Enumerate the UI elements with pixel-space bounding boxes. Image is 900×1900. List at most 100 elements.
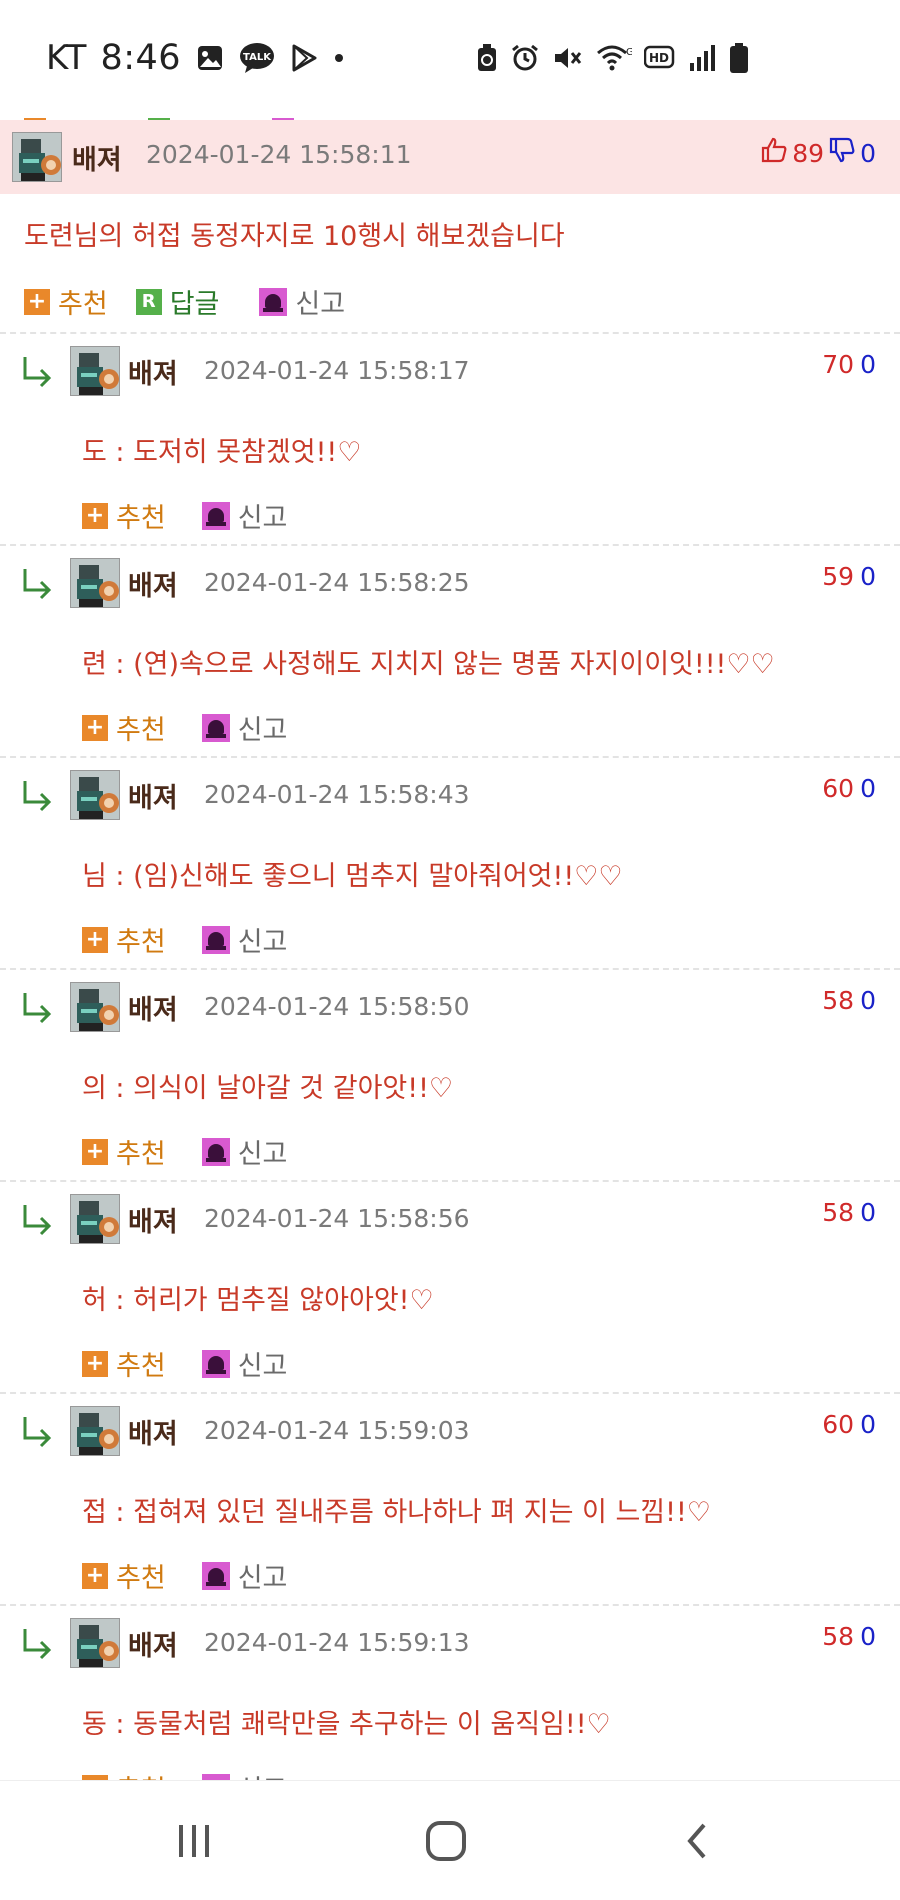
avatar[interactable]: [70, 770, 120, 820]
report-button[interactable]: 신고: [201, 1132, 287, 1171]
comment-date: 2024-01-24 15:58:56: [204, 1204, 470, 1233]
plus-icon: +: [82, 502, 108, 529]
avatar[interactable]: [12, 132, 62, 182]
report-button[interactable]: 신고: [201, 496, 288, 535]
recommend-button[interactable]: +추천: [82, 1556, 166, 1595]
dislike-count[interactable]: 0: [860, 986, 876, 1015]
home-icon[interactable]: [416, 1811, 476, 1871]
reply-comment: 배져 2024-01-24 15:58:50 58 0 의 : 의식이 날아갈 것 같아…: [0, 968, 900, 1180]
like-count[interactable]: 60: [822, 1410, 854, 1439]
dislike-count[interactable]: 0: [860, 1198, 876, 1227]
navigation-bar: [0, 1780, 900, 1900]
dislike-count[interactable]: 0: [860, 350, 876, 379]
author-name[interactable]: 배져: [128, 1624, 178, 1663]
dislike-count: 0: [860, 138, 876, 168]
battery-icon: [728, 42, 750, 78]
mute-icon: [552, 43, 584, 77]
comment-text: 도련님의 허접 동정자지로 10행시 해보겠습니다: [24, 221, 565, 252]
talk-icon: TALK: [239, 42, 275, 74]
recommend-button[interactable]: + 추천: [24, 282, 108, 321]
dislike-count[interactable]: 0: [860, 774, 876, 803]
comment-text: 의 : 의식이 날아갈 것 같아앗!!♡: [82, 1073, 454, 1104]
clock: 8:46: [100, 38, 182, 78]
author-name[interactable]: 배져: [72, 138, 122, 177]
reply-arrow-icon: [20, 990, 54, 1024]
author-name[interactable]: 배져: [128, 1200, 178, 1239]
avatar[interactable]: [70, 982, 120, 1032]
report-label: 신고: [237, 503, 288, 534]
like-count[interactable]: 59: [822, 562, 854, 591]
recommend-label: 추천: [58, 289, 108, 320]
signal-icon: [688, 43, 716, 77]
avatar[interactable]: [70, 346, 120, 396]
reply-arrow-icon: [20, 778, 54, 812]
back-icon[interactable]: [668, 1811, 728, 1871]
recommend-button[interactable]: + 추천: [82, 708, 166, 747]
report-label: 신고: [237, 1563, 288, 1594]
dislike-count[interactable]: 0: [860, 1622, 876, 1651]
author-name[interactable]: 배져: [128, 988, 178, 1027]
author-name[interactable]: 배져: [128, 776, 178, 815]
comment-date: 2024-01-24 15:59:13: [204, 1628, 470, 1657]
comment-date: 2024-01-24 15:58:17: [204, 356, 470, 385]
recommend-label: 추천: [116, 715, 166, 746]
reply-icon: R: [135, 288, 162, 315]
recommend-button[interactable]: +추천: [82, 1768, 166, 1780]
avatar[interactable]: [70, 558, 120, 608]
reply-comment: 배져 2024-01-24 15:58:17 70 0 도 : 도저히 못참겠엇!!♡ +…: [0, 332, 900, 544]
recent-apps-icon[interactable]: [164, 1811, 224, 1871]
report-label: 신고: [237, 715, 288, 746]
dislike-count[interactable]: 0: [860, 1410, 876, 1439]
siren-icon: [201, 713, 230, 742]
reply-arrow-icon: [20, 1202, 54, 1236]
report-button[interactable]: 신고: [201, 920, 287, 959]
dot-icon: [333, 52, 345, 64]
like-count[interactable]: 58: [822, 1198, 854, 1227]
comment-text: 동 : 동물처럼 쾌락만을 추구하는 이 움직임!!♡: [82, 1709, 611, 1740]
report-button[interactable]: 신고: [201, 1344, 287, 1383]
like-count[interactable]: 58: [822, 1622, 854, 1651]
avatar[interactable]: [70, 1194, 120, 1244]
recommend-label: 추천: [116, 1139, 166, 1170]
recommend-button[interactable]: +추천: [82, 1132, 166, 1171]
thumbs-down-icon[interactable]: [828, 136, 856, 170]
recommend-button[interactable]: +추천: [82, 496, 166, 535]
like-count[interactable]: 60: [822, 774, 854, 803]
author-name[interactable]: 배져: [128, 352, 178, 391]
comment-header: 배져 2024-01-24 15:58:11 89 0: [0, 120, 900, 194]
svg-text:G: G: [626, 47, 632, 58]
like-count[interactable]: 70: [822, 350, 854, 379]
carrier-label: KT: [46, 38, 87, 78]
recommend-button[interactable]: +추천: [82, 1344, 166, 1383]
report-button[interactable]: 신고: [201, 1556, 288, 1595]
plus-icon: +: [82, 714, 108, 741]
comment-date: 2024-01-24 15:58:25: [204, 568, 470, 597]
alarm-icon: [510, 43, 540, 77]
reply-arrow-icon: [20, 1414, 54, 1448]
main-comment: 배져 2024-01-24 15:58:11 89 0 도련님의 허접 동정자지…: [0, 120, 900, 332]
like-count[interactable]: 58: [822, 986, 854, 1015]
reply-label: 답글: [169, 289, 220, 320]
gallery-icon: [195, 43, 225, 73]
dislike-count[interactable]: 0: [860, 562, 876, 591]
author-name[interactable]: 배져: [128, 1412, 178, 1451]
author-name[interactable]: 배져: [128, 564, 178, 603]
avatar[interactable]: [70, 1618, 120, 1668]
comment-text: 접 : 접혀져 있던 질내주름 하나하나 펴 지는 이 느낌!!♡: [82, 1497, 711, 1528]
report-button[interactable]: 신고: [201, 1768, 287, 1780]
comment-date: 2024-01-24 15:59:03: [204, 1416, 470, 1445]
battery-saver-icon: [476, 43, 498, 77]
comment-date: 2024-01-24 15:58:50: [204, 992, 470, 1021]
thumbs-up-icon[interactable]: [760, 136, 788, 170]
comment-text: 도 : 도저히 못참겠엇!!♡: [82, 437, 362, 468]
report-button[interactable]: 신고: [259, 282, 345, 321]
recommend-button[interactable]: +추천: [82, 920, 166, 959]
avatar[interactable]: [70, 1406, 120, 1456]
reply-arrow-icon: [20, 566, 54, 600]
reply-button[interactable]: R 답글: [135, 282, 220, 321]
reply-arrow-icon: [20, 1626, 54, 1660]
report-button[interactable]: 신고: [201, 708, 288, 747]
reply-comment: 배져 2024-01-24 15:58:43 60 0 님 : (임)신해도 좋으니 멈…: [0, 756, 900, 968]
siren-icon: [201, 1349, 230, 1378]
siren-icon: [201, 501, 230, 530]
